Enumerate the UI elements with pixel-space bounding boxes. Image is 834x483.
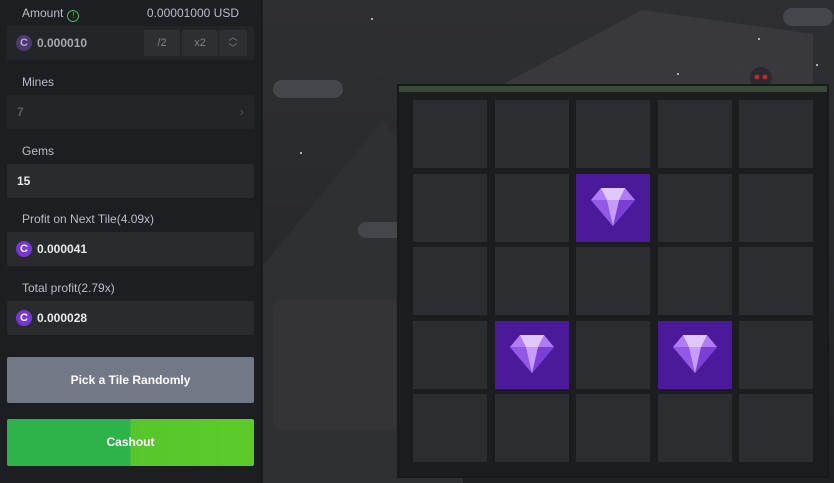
amount-value[interactable]: 0.000010 bbox=[37, 36, 87, 50]
diamond-icon bbox=[509, 334, 554, 373]
tile[interactable] bbox=[494, 100, 569, 168]
tile[interactable] bbox=[657, 173, 732, 242]
star-shape bbox=[758, 38, 760, 40]
tile[interactable] bbox=[413, 320, 487, 389]
chevron-right-icon: › bbox=[239, 104, 244, 119]
half-button[interactable]: /2 bbox=[144, 30, 180, 56]
cloud-shape bbox=[783, 8, 833, 26]
cloud-shape bbox=[273, 80, 343, 98]
tile[interactable] bbox=[576, 320, 650, 389]
tile-gem[interactable] bbox=[657, 320, 732, 389]
tile[interactable] bbox=[494, 247, 569, 315]
tile[interactable] bbox=[413, 100, 487, 168]
mines-board bbox=[397, 84, 829, 478]
amount-input[interactable]: C 0.000010 /2 x2 ︿ ﹀ bbox=[7, 26, 254, 60]
star-shape bbox=[300, 152, 302, 154]
tile[interactable] bbox=[494, 173, 569, 242]
tile[interactable] bbox=[657, 394, 732, 462]
gems-label: Gems bbox=[22, 144, 55, 158]
board-top-edge bbox=[399, 86, 827, 92]
cashout-button[interactable]: Cashout bbox=[7, 419, 254, 466]
tile[interactable] bbox=[657, 247, 732, 315]
amount-stepper[interactable]: ︿ ﹀ bbox=[219, 30, 247, 56]
tile[interactable] bbox=[413, 247, 487, 315]
tile[interactable] bbox=[413, 173, 487, 242]
tile[interactable] bbox=[576, 247, 650, 315]
coin-icon: C bbox=[16, 241, 32, 257]
diamond-icon bbox=[591, 187, 635, 226]
tile[interactable] bbox=[576, 394, 650, 462]
tile[interactable] bbox=[739, 173, 813, 242]
tile[interactable] bbox=[494, 394, 569, 462]
tile[interactable] bbox=[413, 394, 487, 462]
total-profit-value: 0.000028 bbox=[37, 311, 88, 325]
tile-gem[interactable] bbox=[494, 320, 569, 389]
mines-value: 7 bbox=[17, 105, 24, 119]
pick-random-button[interactable]: Pick a Tile Randomly bbox=[7, 357, 254, 403]
tile[interactable] bbox=[657, 100, 732, 168]
tile[interactable] bbox=[739, 247, 813, 315]
gems-field: 15 bbox=[7, 164, 254, 198]
profit-next-field: C 0.000041 bbox=[7, 232, 254, 266]
total-profit-label: Total profit(2.79x) bbox=[22, 281, 115, 295]
star-shape bbox=[816, 64, 818, 66]
gems-value: 15 bbox=[17, 174, 31, 188]
profit-next-label: Profit on Next Tile(4.09x) bbox=[22, 212, 155, 226]
bet-panel: Amount! 0.00001000 USD C 0.000010 /2 x2 … bbox=[0, 0, 262, 483]
coin-icon: C bbox=[16, 310, 32, 326]
tile-gem[interactable] bbox=[576, 173, 650, 242]
ship-silhouette bbox=[273, 300, 403, 430]
chevron-up-icon[interactable]: ︿ bbox=[228, 32, 237, 42]
tile[interactable] bbox=[739, 394, 813, 462]
star-shape bbox=[677, 73, 679, 75]
profit-next-value: 0.000041 bbox=[37, 242, 88, 256]
diamond-icon bbox=[672, 334, 717, 373]
coin-icon: C bbox=[16, 35, 32, 51]
chevron-down-icon[interactable]: ﹀ bbox=[228, 43, 237, 53]
tile[interactable] bbox=[576, 100, 650, 168]
star-shape bbox=[371, 18, 373, 20]
amount-usd-value: 0.00001000 USD bbox=[146, 6, 239, 20]
mines-select[interactable]: 7 › bbox=[7, 95, 254, 129]
info-icon[interactable]: ! bbox=[67, 10, 80, 22]
mines-label: Mines bbox=[22, 75, 55, 89]
double-button[interactable]: x2 bbox=[182, 30, 218, 56]
total-profit-field: C 0.000028 bbox=[7, 301, 254, 335]
tile[interactable] bbox=[739, 320, 813, 389]
amount-label: Amount! bbox=[22, 6, 80, 22]
tile[interactable] bbox=[739, 100, 813, 168]
